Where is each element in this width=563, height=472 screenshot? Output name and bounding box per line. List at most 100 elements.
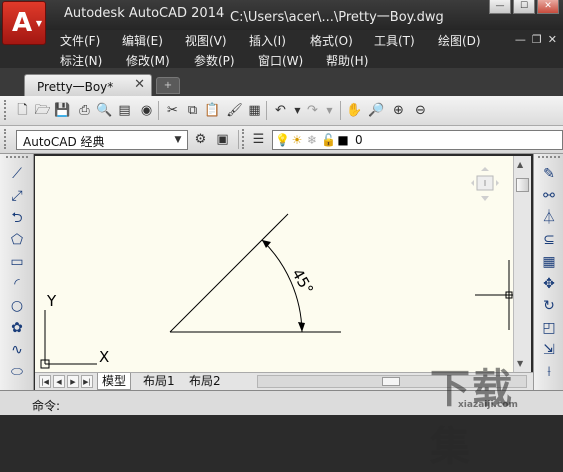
spline-icon[interactable]: ∿: [7, 340, 27, 360]
circle-icon[interactable]: ○: [7, 296, 27, 316]
paste-icon[interactable]: 📋: [204, 102, 221, 119]
menu-help[interactable]: 帮助(H): [326, 52, 368, 69]
doc-minimize-button[interactable]: —: [515, 33, 526, 46]
unlock-icon[interactable]: 🔓: [321, 132, 336, 148]
revision-cloud-icon[interactable]: ✿: [7, 318, 27, 338]
dimension-text[interactable]: 45°: [288, 266, 317, 298]
lightbulb-icon[interactable]: 💡: [275, 132, 290, 148]
doc-restore-button[interactable]: ❐: [532, 33, 542, 46]
cut-icon[interactable]: ✂: [164, 102, 181, 119]
application-menu-button[interactable]: A ▼: [2, 1, 46, 45]
rectangle-icon[interactable]: ▭: [7, 252, 27, 272]
chevron-down-icon: ▼: [35, 19, 42, 28]
polyline-icon[interactable]: ⮌: [7, 208, 27, 228]
close-button[interactable]: ✕: [537, 0, 559, 14]
minimize-button[interactable]: —: [489, 0, 511, 14]
toolbar-separator: [340, 101, 341, 120]
open-icon[interactable]: 🗁: [34, 102, 51, 119]
layer-properties-icon[interactable]: ☰: [250, 131, 267, 148]
vertical-scrollbar[interactable]: ▲ ▼: [513, 156, 531, 372]
menu-parametric[interactable]: 参数(P): [194, 52, 235, 69]
tab-pretty-boy[interactable]: Pretty一Boy* ✕: [24, 74, 152, 96]
close-icon[interactable]: ✕: [134, 77, 145, 92]
tab-model[interactable]: 模型: [97, 373, 132, 390]
watermark-url: xiazaiji.com: [458, 400, 518, 410]
copy-icon[interactable]: ⧉: [184, 102, 201, 119]
menu-format[interactable]: 格式(O): [310, 32, 353, 49]
polygon-icon[interactable]: ⬠: [7, 230, 27, 250]
workspace-save-icon[interactable]: ▣: [214, 131, 231, 148]
tab-layout2[interactable]: 布局2: [185, 373, 225, 390]
menu-tools[interactable]: 工具(T): [374, 32, 415, 49]
zoom-realtime-icon[interactable]: 🔎: [368, 102, 385, 119]
preview-icon[interactable]: 🔍: [96, 102, 113, 119]
scale-icon[interactable]: ◰: [539, 318, 559, 338]
menu-draw[interactable]: 绘图(D): [438, 32, 481, 49]
array-icon[interactable]: ▦: [539, 252, 559, 272]
zoom-previous-icon[interactable]: ⊖: [412, 102, 429, 119]
chevron-down-icon[interactable]: ▼: [171, 132, 185, 148]
workspace-select[interactable]: AutoCAD 经典 ▼: [16, 130, 188, 150]
scroll-thumb[interactable]: [516, 178, 529, 192]
offset-icon[interactable]: ⊆: [539, 230, 559, 250]
redo-icon[interactable]: ↷: [304, 102, 321, 119]
menu-dimension[interactable]: 标注(N): [60, 52, 102, 69]
doc-close-button[interactable]: ✕: [548, 33, 557, 46]
menu-edit[interactable]: 编辑(E): [122, 32, 163, 49]
angle-line-slanted[interactable]: [169, 213, 289, 333]
scroll-thumb[interactable]: [382, 377, 400, 386]
construction-line-icon[interactable]: ⤢: [7, 186, 27, 206]
layer-select[interactable]: 💡 ☀ ❄ 🔓 ■ 0: [272, 130, 563, 150]
copy-object-icon[interactable]: ⚯: [539, 186, 559, 206]
rotate-icon[interactable]: ↻: [539, 296, 559, 316]
menu-file[interactable]: 文件(F): [60, 32, 100, 49]
viewport-freeze-icon[interactable]: ❄: [305, 132, 319, 148]
last-layout-icon[interactable]: ▶|: [81, 375, 93, 388]
prev-layout-icon[interactable]: ◀: [53, 375, 65, 388]
first-layout-icon[interactable]: |◀: [39, 375, 51, 388]
toolbar-grip[interactable]: [538, 156, 560, 160]
tab-layout1[interactable]: 布局1: [139, 373, 179, 390]
chevron-down-icon[interactable]: ▼: [321, 102, 338, 119]
toolbar-grip[interactable]: [4, 100, 9, 120]
new-icon[interactable]: 🗋: [14, 102, 31, 119]
mirror-icon[interactable]: ⏃: [539, 208, 559, 228]
toolbar-grip[interactable]: [4, 129, 9, 149]
dimension-arrowhead: [262, 240, 271, 248]
save-icon[interactable]: 💾: [54, 102, 71, 119]
erase-icon[interactable]: ✎: [539, 164, 559, 184]
viewcube-icon[interactable]: [471, 167, 499, 201]
title-bar: A ▼ Autodesk AutoCAD 2014 C:\Users\acer\…: [0, 0, 563, 45]
print-icon[interactable]: ⎙: [76, 102, 93, 119]
undo-icon[interactable]: ↶: [272, 102, 289, 119]
pan-icon[interactable]: ✋: [346, 102, 363, 119]
maximize-button[interactable]: ☐: [513, 0, 535, 14]
modify-toolbar: ✎ ⚯ ⏃ ⊆ ▦ ✥ ↻ ◰ ⇲ ⟊: [533, 154, 563, 390]
menu-view[interactable]: 视图(V): [185, 32, 227, 49]
menu-window[interactable]: 窗口(W): [258, 52, 303, 69]
next-layout-icon[interactable]: ▶: [67, 375, 79, 388]
block-editor-icon[interactable]: ▦: [246, 102, 263, 119]
ellipse-icon[interactable]: ⬭: [7, 362, 27, 382]
workspace-value: AutoCAD 经典: [23, 135, 105, 149]
publish-icon[interactable]: ▤: [116, 102, 133, 119]
drawing-canvas[interactable]: 45° Y X: [35, 156, 513, 372]
toolbar-grip[interactable]: [242, 129, 247, 149]
line-icon[interactable]: ⟋: [7, 164, 27, 184]
menu-modify[interactable]: 修改(M): [126, 52, 170, 69]
move-icon[interactable]: ✥: [539, 274, 559, 294]
toolbar-grip[interactable]: [6, 156, 28, 160]
color-swatch-icon[interactable]: ■: [336, 132, 350, 148]
sun-icon[interactable]: ☀: [290, 132, 304, 148]
command-prompt: 命令:: [32, 399, 61, 413]
scroll-up-icon[interactable]: ▲: [517, 160, 523, 169]
arc-icon[interactable]: ◜: [7, 274, 27, 294]
menu-insert[interactable]: 插入(I): [249, 32, 286, 49]
app-title: Autodesk AutoCAD 2014: [64, 6, 225, 21]
zoom-window-icon[interactable]: ⊕: [390, 102, 407, 119]
autocad-logo-icon: A: [12, 8, 33, 38]
workspace-settings-icon[interactable]: ⚙: [192, 131, 209, 148]
plot-icon[interactable]: ◉: [138, 102, 155, 119]
new-tab-button[interactable]: +: [156, 77, 180, 94]
match-properties-icon[interactable]: 🖌: [226, 102, 243, 119]
